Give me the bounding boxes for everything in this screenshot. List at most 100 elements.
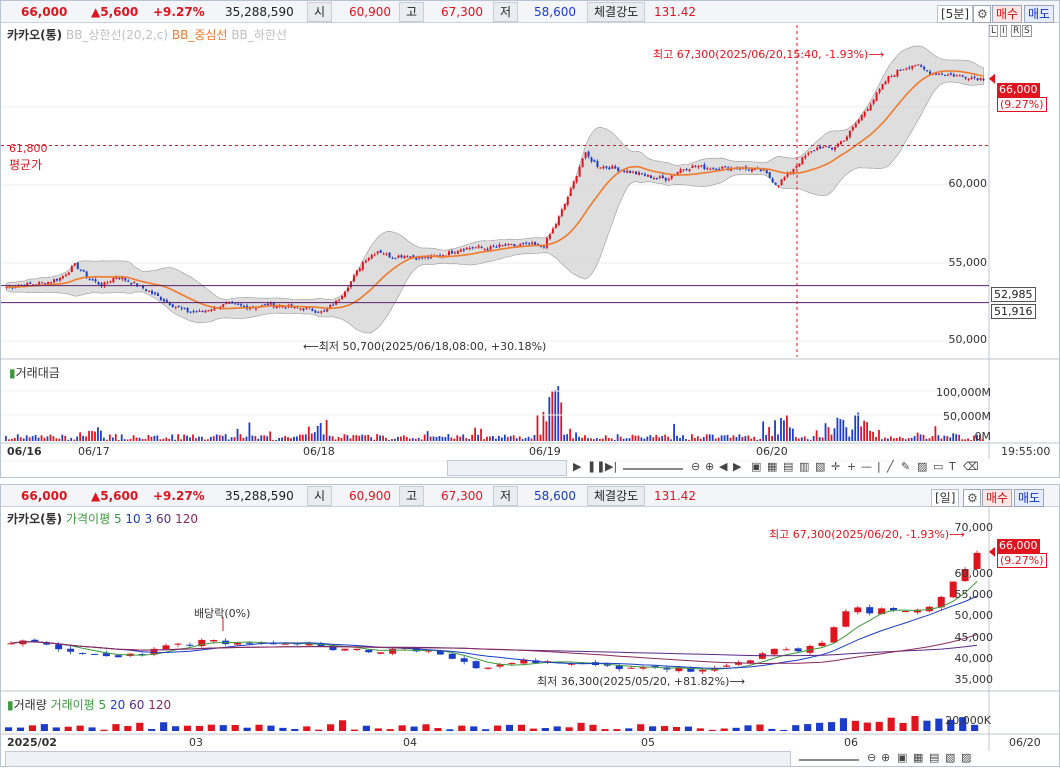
chart-icon[interactable]: ▤ — [783, 460, 793, 474]
x-label: 06/17 — [78, 445, 110, 458]
candle-body — [869, 104, 872, 111]
volume-bar — [590, 438, 592, 441]
candle-body — [406, 256, 409, 258]
grid-icon[interactable]: ▦ — [913, 751, 923, 765]
volume-bar — [64, 435, 67, 441]
compare-icon[interactable]: ▥ — [799, 460, 809, 474]
volume-bar — [691, 434, 693, 441]
zoom-out-icon[interactable]: ⊖ — [691, 460, 700, 474]
image-icon[interactable]: ▨ — [961, 751, 971, 765]
volume-bar — [610, 438, 613, 441]
candle-body — [825, 146, 828, 148]
image-icon[interactable]: ▨ — [917, 460, 927, 474]
play-icon[interactable]: ▶ — [573, 460, 581, 474]
volume-bar — [863, 722, 871, 731]
volume-bar — [637, 435, 640, 441]
volume-bar — [517, 724, 526, 731]
speed-slider[interactable] — [623, 460, 683, 470]
minus-icon[interactable]: — — [861, 460, 872, 474]
volume-bar — [789, 427, 791, 441]
grid-icon[interactable]: ▦ — [767, 460, 777, 474]
volume-bar — [224, 434, 227, 441]
chart-icon[interactable]: ▤ — [929, 751, 939, 765]
next-icon[interactable]: ▶ — [733, 460, 741, 474]
volume-bar — [180, 439, 182, 441]
draw-icon[interactable]: ✎ — [901, 460, 910, 474]
vline-icon[interactable]: | — [877, 460, 881, 474]
box-icon[interactable]: ▣ — [897, 751, 907, 765]
volume-bar — [696, 436, 699, 441]
volume-bar — [824, 423, 827, 441]
volume-bar — [875, 721, 883, 731]
volume-bar — [148, 728, 156, 731]
dividend-annotation: 배당락(0%) — [194, 607, 251, 620]
volume-bar — [916, 432, 919, 441]
candle-body — [50, 282, 53, 284]
candle-body — [349, 281, 352, 288]
intraday-candle-chart[interactable] — [1, 1, 1060, 479]
horizontal-scrollbar[interactable] — [5, 751, 791, 767]
volume-bar — [373, 439, 376, 441]
volume-bar — [771, 435, 773, 441]
volume-bar — [307, 426, 310, 441]
volume-bar — [453, 438, 456, 441]
y-tick: 35,000 — [954, 673, 994, 686]
volume-bar — [171, 434, 174, 441]
legend-vol-ma20[interactable]: 20 — [110, 698, 125, 712]
candle-body — [543, 246, 545, 248]
candle-body — [557, 216, 560, 226]
cross-icon[interactable]: ✛ — [831, 460, 840, 474]
candle-body — [807, 152, 810, 155]
volume-bar — [251, 435, 254, 441]
candle-body — [584, 152, 587, 159]
candle-body — [195, 311, 198, 313]
volume-bar — [315, 729, 323, 731]
volume-bar — [58, 438, 61, 441]
volume-bar — [812, 436, 815, 441]
zoom-in-icon[interactable]: ⊕ — [881, 751, 890, 765]
horizontal-scrollbar[interactable] — [447, 460, 567, 476]
candle-body — [127, 280, 130, 282]
pause-icon[interactable]: ❚❚ — [587, 460, 605, 474]
speed-slider[interactable] — [799, 751, 859, 761]
candle-body — [952, 74, 955, 77]
candle-body — [700, 165, 703, 167]
legend-vol-ma60[interactable]: 60 — [129, 698, 144, 712]
candle-body — [703, 164, 706, 169]
layout-icon[interactable]: ▧ — [945, 751, 955, 765]
plus-icon[interactable]: + — [847, 460, 856, 474]
candle-body — [964, 76, 967, 79]
volume-bar — [165, 437, 168, 441]
zoom-in-icon[interactable]: ⊕ — [705, 460, 714, 474]
volume-bar — [684, 726, 692, 731]
volume-bar — [100, 729, 108, 731]
volume-bar — [386, 729, 394, 731]
zoom-out-icon[interactable]: ⊖ — [867, 751, 876, 765]
candle-body — [723, 665, 731, 667]
candle-body — [762, 169, 765, 171]
step-icon[interactable]: ▶| — [605, 460, 617, 474]
layout-icon[interactable]: ▧ — [815, 460, 825, 474]
text-icon[interactable]: T — [949, 460, 956, 474]
volume-bar — [851, 429, 854, 441]
ruler-icon[interactable]: ▭ — [933, 460, 943, 474]
volume-bar — [267, 725, 275, 731]
volume-bar — [88, 727, 96, 731]
volume-bar — [144, 438, 147, 441]
volume-bar — [417, 437, 420, 441]
candle-body — [627, 667, 635, 669]
candle-body — [373, 254, 376, 256]
trendline-icon[interactable]: ╱ — [887, 460, 894, 474]
candle-body — [453, 252, 456, 254]
eraser-icon[interactable]: ⌫ — [963, 460, 979, 474]
legend-vol-ma5[interactable]: 거래이평 5 — [51, 698, 107, 712]
volume-bar — [777, 434, 779, 441]
volume-bar — [405, 436, 408, 441]
candle-body — [528, 243, 531, 245]
candle-body — [575, 175, 578, 183]
box-icon[interactable]: ▣ — [751, 460, 761, 474]
volume-bar — [869, 430, 871, 441]
prev-icon[interactable]: ◀ — [719, 460, 727, 474]
volume-bar — [334, 439, 337, 441]
legend-vol-ma120[interactable]: 120 — [148, 698, 171, 712]
